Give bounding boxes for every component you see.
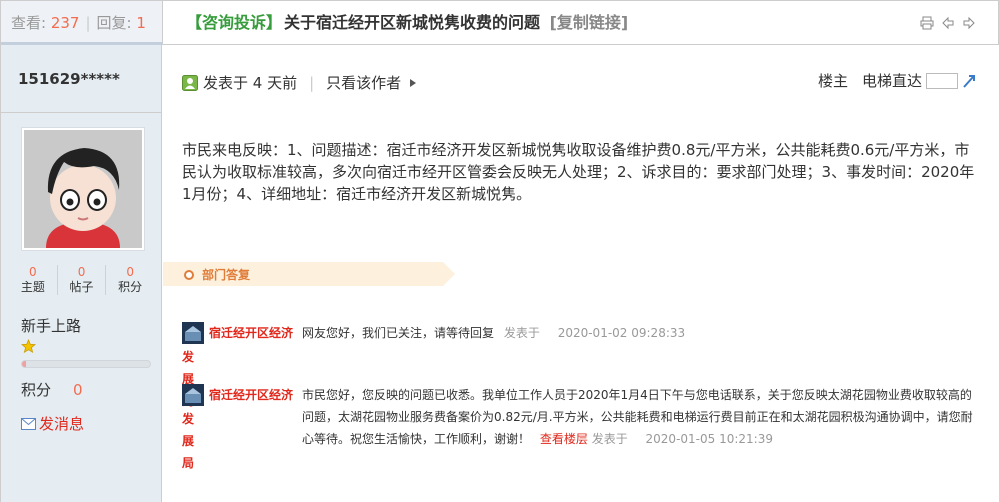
points-row: 积分 0 bbox=[21, 379, 83, 400]
replies-label: 回复: bbox=[96, 14, 132, 32]
reply-time: 2020-01-05 10:21:39 bbox=[645, 432, 773, 446]
post-meta: 发表于 4 天前 | 只看该作者 bbox=[182, 72, 417, 93]
stat-points[interactable]: 0 积分 bbox=[106, 265, 154, 295]
stats-divider: | bbox=[85, 14, 91, 32]
star-icon bbox=[21, 339, 36, 354]
department-reply-header: 部门答复 bbox=[163, 262, 455, 286]
jump-arrow-icon[interactable] bbox=[961, 73, 977, 89]
author-username[interactable]: 151629***** bbox=[18, 70, 120, 88]
only-author-link[interactable]: 只看该作者 bbox=[326, 72, 401, 93]
thread-tools bbox=[920, 16, 976, 30]
send-message-label: 发消息 bbox=[39, 415, 85, 433]
thread-title: 关于宿迁经开区新城悦隽收费的问题 bbox=[284, 13, 541, 32]
points-label: 积分 bbox=[21, 381, 52, 399]
avatar[interactable] bbox=[21, 127, 145, 251]
category-link[interactable]: 【咨询投诉】 bbox=[186, 13, 282, 32]
department-logo-icon bbox=[182, 384, 204, 406]
online-status-icon bbox=[182, 74, 198, 91]
reply-text: 市民您好，您反映的问题已收悉。我单位工作人员于2020年1月4日下午与您电话联系… bbox=[302, 388, 973, 446]
sidebar-divider bbox=[1, 112, 161, 113]
rank-progress-bar bbox=[21, 360, 151, 368]
author-sidebar: 151629***** 0 主题 0 帖子 0 积分 新手上路 积分 0 发消息 bbox=[0, 45, 162, 502]
floor-info: 楼主 电梯直达 bbox=[818, 70, 977, 91]
post-time: 发表于 4 天前 bbox=[203, 74, 298, 92]
avatar-image bbox=[24, 130, 142, 248]
copy-link-button[interactable]: [复制链接] bbox=[550, 13, 629, 32]
department-logo-icon bbox=[182, 322, 204, 344]
reply-posted-label: 发表于 bbox=[591, 432, 628, 446]
send-message-link[interactable]: 发消息 bbox=[21, 413, 84, 434]
department-name[interactable]: 宿迁经开区经济 bbox=[209, 384, 293, 406]
stat-topics-label: 主题 bbox=[20, 280, 45, 294]
floor-label: 楼主 bbox=[817, 72, 848, 90]
reply-body: 市民您好，您反映的问题已收悉。我单位工作人员于2020年1月4日下午与您电话联系… bbox=[302, 384, 977, 450]
department-name-cont[interactable]: 发展局 bbox=[182, 408, 194, 474]
meta-divider: | bbox=[309, 73, 315, 92]
department-name[interactable]: 宿迁经开区经济 bbox=[209, 322, 293, 344]
thread-stats: 查看: 237 | 回复: 1 bbox=[1, 1, 163, 45]
thread-header: 查看: 237 | 回复: 1 【咨询投诉】 关于宿迁经开区新城悦隽收费的问题 [复制… bbox=[0, 0, 999, 45]
reply-posted-label: 发表于 bbox=[503, 326, 540, 340]
triangle-right-icon bbox=[410, 78, 417, 87]
stat-topics[interactable]: 0 主题 bbox=[9, 265, 58, 295]
stat-posts-label: 帖子 bbox=[69, 280, 94, 294]
views-label: 查看: bbox=[11, 14, 47, 32]
user-rank[interactable]: 新手上路 bbox=[21, 315, 81, 336]
stat-posts-value: 0 bbox=[77, 265, 86, 279]
thread-title-line: 【咨询投诉】 关于宿迁经开区新城悦隽收费的问题 [复制链接] bbox=[186, 1, 628, 45]
rank-progress-fill bbox=[22, 361, 26, 367]
author-stats: 0 主题 0 帖子 0 积分 bbox=[9, 265, 154, 295]
points-value: 0 bbox=[73, 381, 83, 399]
elevator-label: 电梯直达 bbox=[861, 72, 922, 90]
reply-text: 网友您好，我们已关注，请等待回复 bbox=[302, 326, 495, 340]
post-content: 市民来电反映：1、问题描述：宿迁市经济开发区新城悦隽收取设备维护费0.8元/平方… bbox=[182, 141, 975, 203]
reply-section-title: 部门答复 bbox=[202, 268, 251, 282]
floor-jump-input[interactable] bbox=[926, 72, 958, 89]
stat-posts[interactable]: 0 帖子 bbox=[58, 265, 107, 295]
envelope-icon bbox=[21, 417, 36, 430]
stat-topics-value: 0 bbox=[29, 265, 37, 279]
views-count: 237 bbox=[50, 14, 80, 32]
next-arrow-icon[interactable] bbox=[962, 16, 976, 30]
stat-points-label: 积分 bbox=[118, 280, 143, 294]
printer-icon[interactable] bbox=[920, 16, 934, 30]
replies-count: 1 bbox=[136, 14, 146, 32]
reply-time: 2020-01-02 09:28:33 bbox=[557, 326, 686, 340]
prev-arrow-icon[interactable] bbox=[941, 16, 955, 30]
view-floor-link[interactable]: 查看楼层 bbox=[540, 432, 588, 446]
stat-points-value: 0 bbox=[126, 265, 134, 279]
reply-marker-icon bbox=[184, 270, 194, 280]
reply-body: 网友您好，我们已关注，请等待回复 发表于 2020-01-02 09:28:33 bbox=[302, 322, 977, 344]
